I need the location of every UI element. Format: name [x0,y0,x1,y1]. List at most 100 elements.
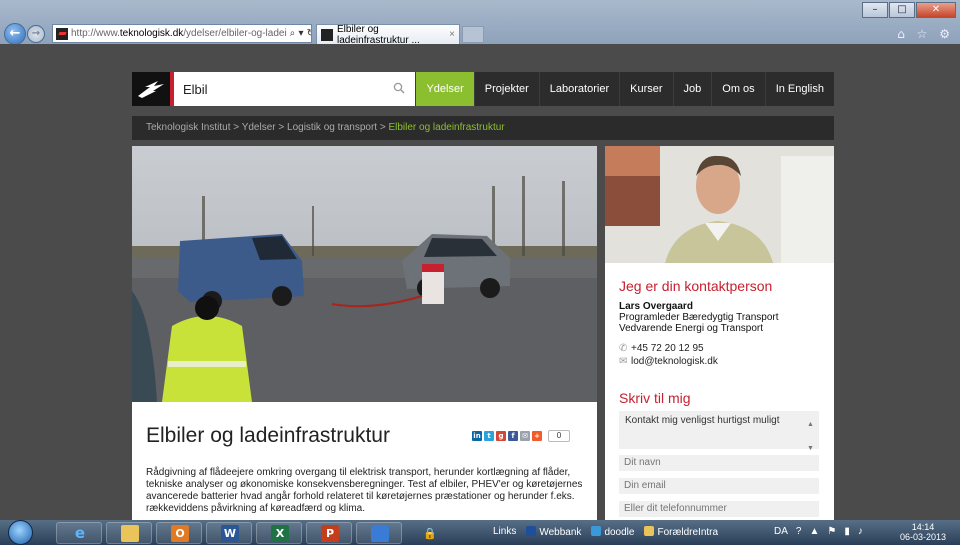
excel-icon: X [271,525,289,542]
link-foraeldreintra-label: ForældreIntra [657,527,719,538]
foraeldreintra-icon [644,526,655,536]
page-title: Elbiler og ladeinfrastruktur [146,424,390,447]
taskbar-explorer[interactable] [106,522,152,544]
site-header: Elbil Ydelser Projekter Laboratorier Kur… [132,72,834,106]
phone-icon: ✆ [619,343,628,354]
start-button[interactable] [8,520,33,545]
hero-image [132,146,597,402]
internet-explorer-icon: e [74,524,86,542]
url-path: /ydelser/elbiler-og-ladei [183,28,287,39]
breadcrumb-path[interactable]: Teknologisk Institut > Ydelser > Logisti… [146,122,388,133]
breadcrumb: Teknologisk Institut > Ydelser > Logisti… [132,116,834,140]
browser-tab[interactable]: Elbiler og ladeinfrastruktur ... × [316,23,460,46]
system-clock[interactable]: 14:14 06-03-2013 [900,522,946,542]
browser-chrome: – □ ✕ ← → http://www. teknologisk.dk/ydel… [0,0,960,46]
forward-button[interactable]: → [27,25,45,43]
volume-icon[interactable]: ♪ [858,526,863,537]
site-favicon-icon [56,27,68,40]
email-field[interactable] [619,478,819,494]
outlook-icon: O [171,525,189,542]
help-icon[interactable]: ? [796,526,802,537]
contact-email[interactable]: ✉ lod@teknologisk.dk [619,356,718,367]
address-controls[interactable]: ⌕ ▾ ↻ ✕ [286,28,311,39]
form-heading: Skriv til mig [619,390,691,406]
search-icon[interactable] [393,82,405,94]
monitor-icon [371,525,389,542]
taskbar-utility[interactable]: 🔒 [406,522,452,544]
folder-icon [121,525,139,542]
webbank-icon [526,526,537,536]
clock-time: 14:14 [911,522,935,532]
twitter-icon[interactable]: t [484,431,494,441]
contact-role-line-2: Vedvarende Energi og Transport [619,323,763,334]
contact-column: Jeg er din kontaktperson Lars Overgaard … [605,146,834,520]
link-webbank-label: Webbank [539,527,582,538]
link-doodle-label: doodle [604,527,635,538]
minimize-button[interactable]: – [862,2,888,18]
phone-field[interactable] [619,501,819,517]
clock-date: 06-03-2013 [899,532,946,542]
message-scroll-arrows[interactable]: ▲ ▼ [807,413,814,461]
name-field[interactable] [619,455,819,471]
tab-title: Elbiler og ladeinfrastruktur ... [337,23,420,46]
links-toolbar: Links Webbank doodle ForældreIntra [493,526,718,538]
browser-tools[interactable]: ⌂ ☆ ⚙ [897,27,954,41]
close-window-button[interactable]: ✕ [916,2,956,18]
tab-favicon-icon [321,28,333,41]
googleplus-icon[interactable]: g [496,431,506,441]
taskbar-outlook[interactable]: O [156,522,202,544]
page-viewport: Elbil Ydelser Projekter Laboratorier Kur… [0,44,960,520]
flag-icon[interactable]: ⚑ [827,526,836,537]
menu-item-projekter[interactable]: Projekter [473,72,539,106]
menu-item-job[interactable]: Job [672,72,712,106]
taskbar-excel[interactable]: X [256,522,302,544]
search-field[interactable]: Elbil [174,72,415,106]
taskbar-word[interactable]: W [206,522,252,544]
site-logo[interactable] [132,72,170,106]
share-count: 0 [548,430,570,442]
contact-role: Programleder Bæredygtig Transport Vedvar… [619,312,779,334]
contact-phone[interactable]: ✆ +45 72 20 12 95 [619,343,704,354]
taskbar-powerpoint[interactable]: P [306,522,352,544]
network-icon[interactable]: ▮ [844,526,850,537]
url-host: teknologisk.dk [119,28,184,39]
address-bar[interactable]: http://www. teknologisk.dk/ydelser/elbile… [52,24,312,43]
contact-email-address: lod@teknologisk.dk [631,356,718,367]
linkedin-icon[interactable]: in [472,431,482,441]
main-menu: Ydelser Projekter Laboratorier Kurser Jo… [415,72,834,106]
link-doodle[interactable]: doodle [591,526,634,538]
message-textarea[interactable]: Kontakt mig venligst hurtigst muligt [619,411,819,449]
windows-taskbar: e O W X P 🔒 Links Webbank doodle Forældr… [0,520,960,545]
hero-photo-illustration [132,146,597,402]
menu-item-om-os[interactable]: Om os [711,72,765,106]
addthis-icon[interactable]: + [532,431,542,441]
envelope-icon: ✉ [619,356,628,367]
new-tab-button[interactable] [462,26,484,43]
link-foraeldreintra[interactable]: ForældreIntra [644,526,718,538]
menu-item-in-english[interactable]: In English [764,72,834,106]
link-webbank[interactable]: Webbank [526,526,581,538]
contact-portrait-illustration [605,146,834,263]
article-column: Elbiler og ladeinfrastruktur in t g f ✉ … [132,146,597,520]
article-lead: Rådgivning af flådeejere omkring overgan… [146,467,583,514]
taskbar-ie[interactable]: e [56,522,102,544]
language-indicator[interactable]: DA [774,526,788,537]
logo-bird-icon [138,81,164,98]
email-icon[interactable]: ✉ [520,431,530,441]
menu-item-laboratorier[interactable]: Laboratorier [538,72,620,106]
facebook-icon[interactable]: f [508,431,518,441]
doodle-icon [591,526,602,536]
back-button[interactable]: ← [4,23,26,45]
maximize-button[interactable]: □ [889,2,915,18]
word-icon: W [221,525,239,542]
menu-item-kurser[interactable]: Kurser [619,72,673,106]
contact-photo [605,146,834,263]
tab-close-icon[interactable]: × [449,29,455,40]
contact-name: Lars Overgaard [619,301,693,312]
links-label: Links [493,526,517,537]
search-input[interactable]: Elbil [183,82,208,97]
show-hidden-icons[interactable]: ▲ [809,526,819,537]
taskbar-remote-desktop[interactable] [356,522,402,544]
menu-item-ydelser[interactable]: Ydelser [415,72,474,106]
lock-icon: 🔒 [423,527,437,540]
